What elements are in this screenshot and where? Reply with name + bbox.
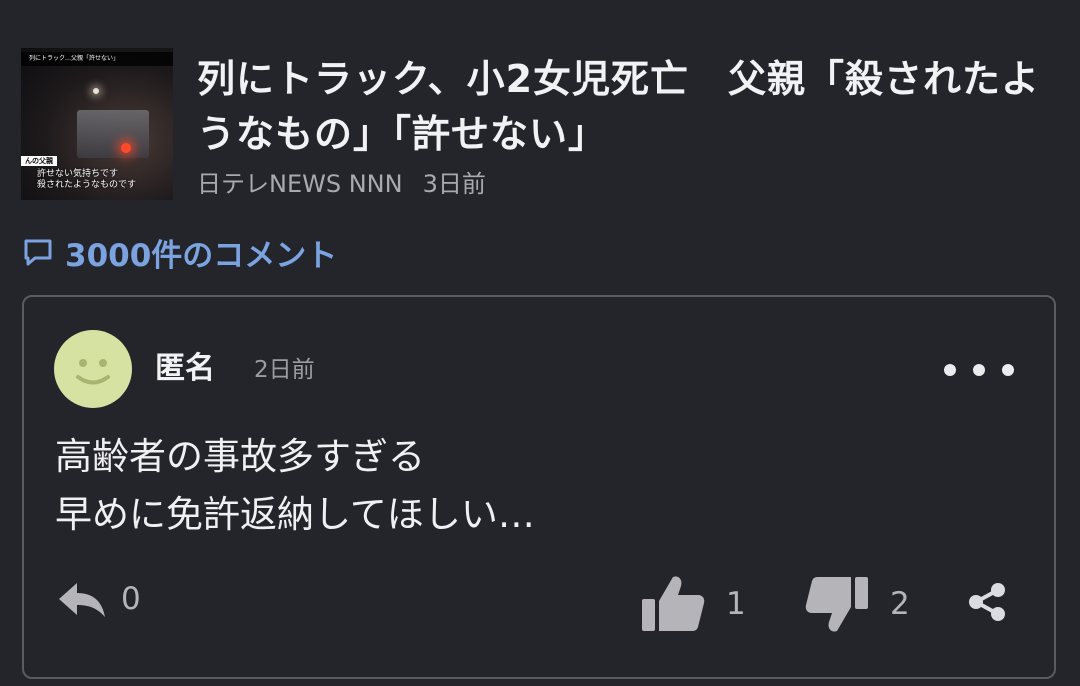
thumbnail-caption-line1: 許せない気持ちです xyxy=(37,169,119,179)
comment-time: 2日前 xyxy=(254,357,315,383)
comment-body: 高齢者の事故多すぎる 早めに免許返納してほしい… xyxy=(55,428,1015,544)
thumbnail-caption: 許せない気持ちです 殺されたようなものです xyxy=(37,169,136,191)
dislike-button[interactable]: 2 xyxy=(804,573,910,635)
thumbs-down-icon xyxy=(805,577,868,632)
smiley-avatar-icon[interactable] xyxy=(54,330,132,408)
more-dot-icon xyxy=(973,364,985,376)
thumbnail-red-light xyxy=(121,143,131,153)
more-options-button[interactable] xyxy=(944,355,1014,385)
thumbnail-light xyxy=(93,88,99,94)
article-title[interactable]: 列にトラック、小2女児死亡 父親「殺されたようなもの」「許せない」 xyxy=(197,52,1067,162)
thumbnail-top-caption: 列にトラック…父親「許せない」 xyxy=(21,52,173,66)
thumbnail-caption-line2: 殺されたようなものです xyxy=(37,180,137,190)
thumbnail-truck xyxy=(77,110,149,158)
article-source: 日テレNEWS NNN xyxy=(197,170,403,198)
comments-count-link[interactable]: 3000件のコメント xyxy=(23,232,338,274)
page: 列にトラック…父親「許せない」 んの父親 許せない気持ちです 殺されたようなもの… xyxy=(0,0,1080,686)
article-meta: 日テレNEWS NNN 3日前 xyxy=(197,169,486,199)
more-dot-icon xyxy=(944,364,956,376)
article-time: 3日前 xyxy=(422,170,486,198)
comment-bubble-icon xyxy=(24,239,52,266)
thumbs-up-icon xyxy=(642,576,705,631)
comment-body-line2: 早めに免許返納してほしい… xyxy=(55,493,535,536)
dislike-count: 2 xyxy=(890,586,910,622)
comment-author[interactable]: 匿名 xyxy=(155,349,215,389)
comment-body-line1: 高齢者の事故多すぎる xyxy=(55,435,425,478)
comments-count-label: 3000件のコメント xyxy=(65,237,338,274)
smiley-face-icon xyxy=(76,359,110,385)
share-icon xyxy=(969,583,1005,621)
more-dot-icon xyxy=(1002,364,1014,376)
reply-icon xyxy=(59,583,105,617)
like-count: 1 xyxy=(726,586,746,622)
reply-count: 0 xyxy=(121,581,141,617)
reply-button[interactable]: 0 xyxy=(57,579,141,619)
comment-card: 匿名 2日前 高齢者の事故多すぎる 早めに免許返納してほしい… 0 1 2 xyxy=(22,295,1056,679)
article-thumbnail[interactable]: 列にトラック…父親「許せない」 んの父親 許せない気持ちです 殺されたようなもの… xyxy=(21,48,173,200)
like-button[interactable]: 1 xyxy=(640,573,746,635)
article-link[interactable]: 列にトラック…父親「許せない」 んの父親 許せない気持ちです 殺されたようなもの… xyxy=(21,48,1061,204)
comment-actions: 0 1 2 xyxy=(24,567,1054,637)
share-button[interactable] xyxy=(966,581,1008,623)
thumbnail-tag: んの父親 xyxy=(21,156,57,166)
